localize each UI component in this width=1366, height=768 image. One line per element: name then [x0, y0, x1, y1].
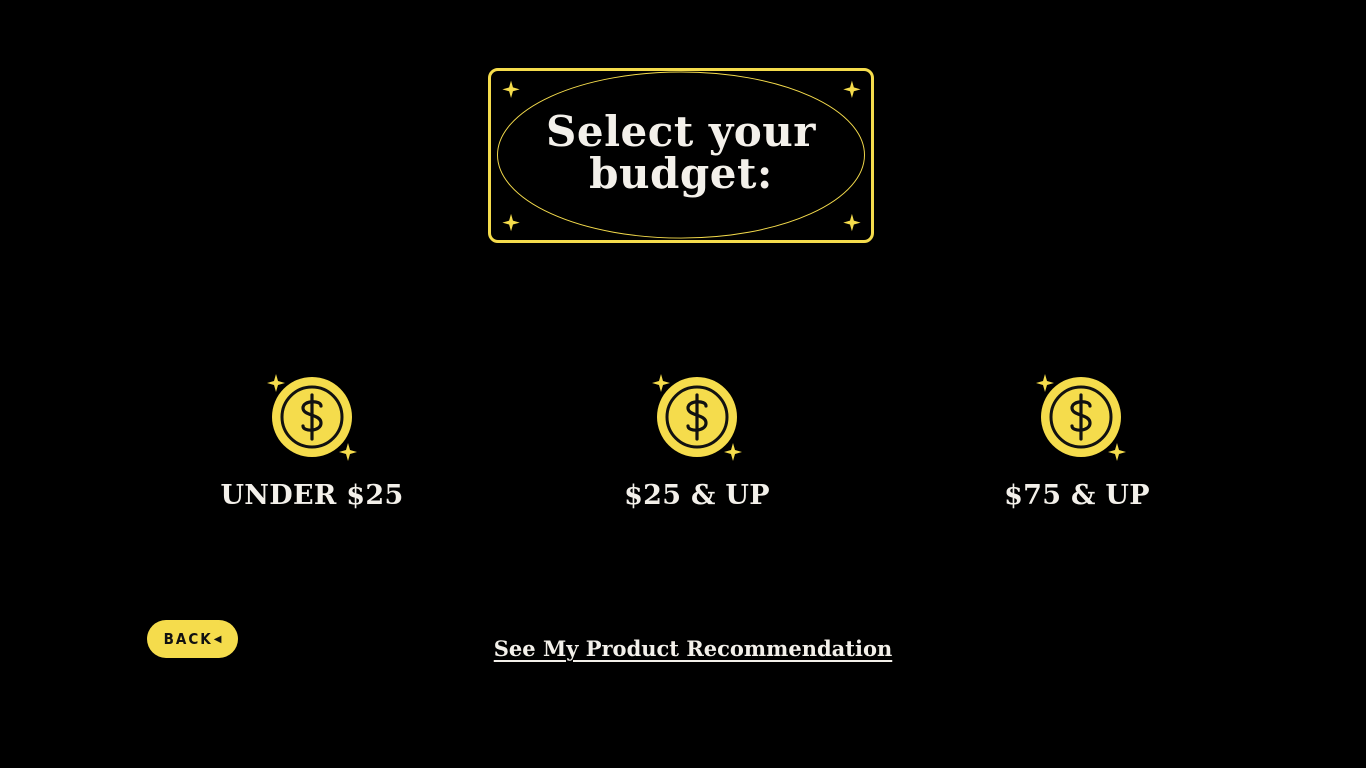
see-recommendation-link[interactable]: See My Product Recommendation — [479, 636, 907, 661]
budget-option-label: $25 & UP — [624, 480, 770, 511]
dollar-coin-icon — [1036, 374, 1126, 461]
back-button[interactable]: BACK ◀ — [147, 620, 238, 658]
budget-option-under-25[interactable]: UNDER $25 — [162, 370, 462, 520]
page-title-line1: Select your — [546, 107, 816, 156]
page-title-line2: budget: — [589, 149, 773, 198]
left-arrow-icon: ◀ — [213, 633, 222, 645]
back-button-label: BACK — [163, 630, 213, 648]
budget-option-25-and-up[interactable]: $25 & UP — [547, 370, 847, 520]
budget-option-75-and-up[interactable]: $75 & UP — [927, 370, 1227, 520]
page-title: Select your budget: — [491, 111, 871, 195]
budget-option-label: UNDER $25 — [220, 480, 404, 511]
dollar-coin-icon — [267, 374, 357, 461]
dollar-coin-icon — [652, 374, 742, 461]
budget-option-label: $75 & UP — [1004, 480, 1150, 511]
title-frame: Select your budget: — [488, 68, 874, 243]
